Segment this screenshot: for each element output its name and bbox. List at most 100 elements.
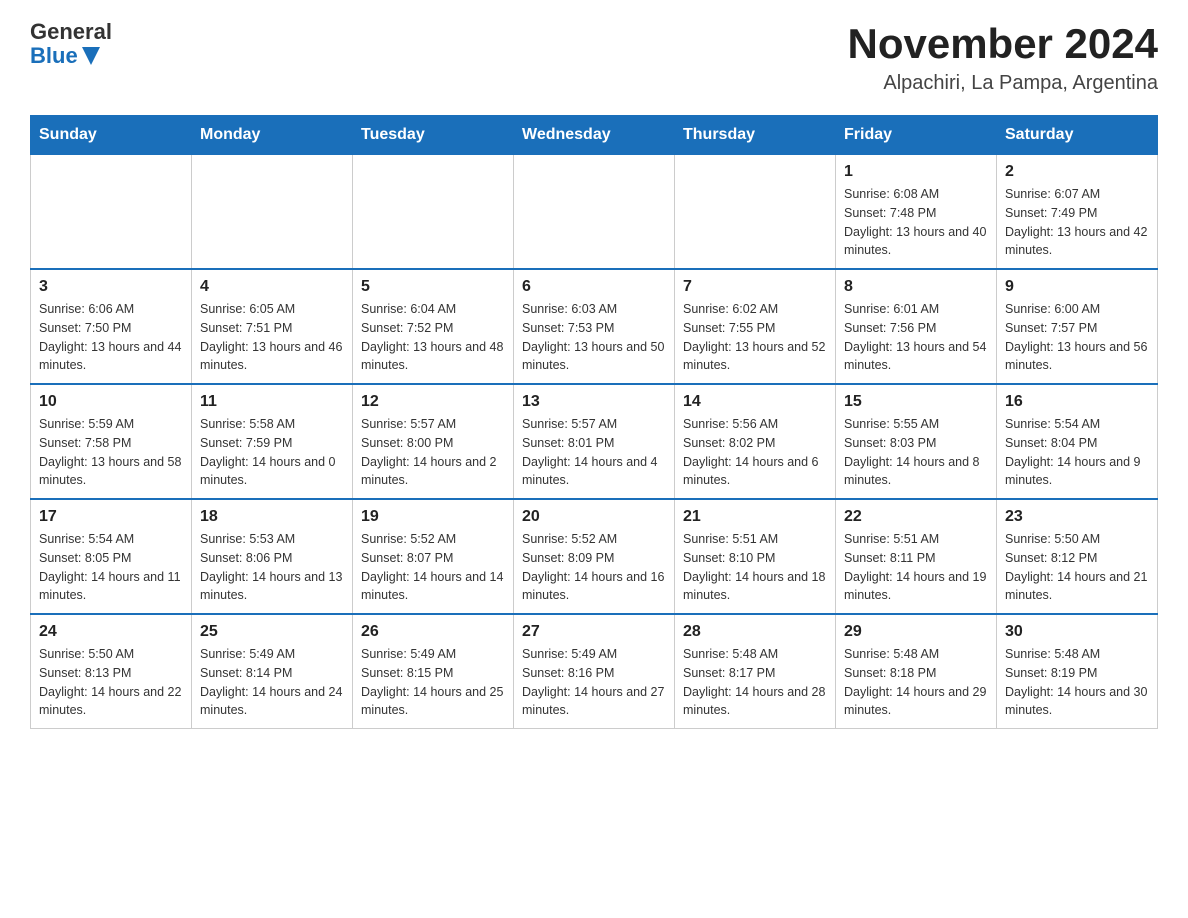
day-number: 27 (522, 623, 666, 641)
day-info: Sunrise: 5:49 AMSunset: 8:15 PMDaylight:… (361, 645, 505, 720)
day-info: Sunrise: 5:52 AMSunset: 8:07 PMDaylight:… (361, 530, 505, 605)
day-info: Sunrise: 6:08 AMSunset: 7:48 PMDaylight:… (844, 185, 988, 260)
calendar-table: SundayMondayTuesdayWednesdayThursdayFrid… (30, 115, 1158, 729)
day-info: Sunrise: 5:48 AMSunset: 8:17 PMDaylight:… (683, 645, 827, 720)
weekday-header: Wednesday (514, 116, 675, 155)
logo-triangle-icon (82, 47, 100, 65)
calendar-cell: 23 Sunrise: 5:50 AMSunset: 8:12 PMDayligh… (997, 499, 1158, 614)
day-info: Sunrise: 6:05 AMSunset: 7:51 PMDaylight:… (200, 300, 344, 375)
calendar-cell (192, 155, 353, 270)
calendar-cell (514, 155, 675, 270)
day-info: Sunrise: 5:57 AMSunset: 8:01 PMDaylight:… (522, 415, 666, 490)
day-number: 24 (39, 623, 183, 641)
day-info: Sunrise: 6:06 AMSunset: 7:50 PMDaylight:… (39, 300, 183, 375)
calendar-cell: 11 Sunrise: 5:58 AMSunset: 7:59 PMDayligh… (192, 384, 353, 499)
day-number: 6 (522, 278, 666, 296)
page-title: November 2024 (847, 20, 1158, 68)
day-info: Sunrise: 5:48 AMSunset: 8:19 PMDaylight:… (1005, 645, 1149, 720)
weekday-header: Monday (192, 116, 353, 155)
day-number: 22 (844, 508, 988, 526)
day-number: 10 (39, 393, 183, 411)
calendar-cell: 25 Sunrise: 5:49 AMSunset: 8:14 PMDayligh… (192, 614, 353, 729)
weekday-header: Friday (836, 116, 997, 155)
day-info: Sunrise: 5:58 AMSunset: 7:59 PMDaylight:… (200, 415, 344, 490)
calendar-cell: 28 Sunrise: 5:48 AMSunset: 8:17 PMDayligh… (675, 614, 836, 729)
day-info: Sunrise: 6:03 AMSunset: 7:53 PMDaylight:… (522, 300, 666, 375)
day-info: Sunrise: 5:59 AMSunset: 7:58 PMDaylight:… (39, 415, 183, 490)
calendar-cell: 29 Sunrise: 5:48 AMSunset: 8:18 PMDayligh… (836, 614, 997, 729)
day-number: 30 (1005, 623, 1149, 641)
day-info: Sunrise: 5:52 AMSunset: 8:09 PMDaylight:… (522, 530, 666, 605)
calendar-cell: 6 Sunrise: 6:03 AMSunset: 7:53 PMDaylight… (514, 269, 675, 384)
calendar-cell: 18 Sunrise: 5:53 AMSunset: 8:06 PMDayligh… (192, 499, 353, 614)
weekday-header: Saturday (997, 116, 1158, 155)
day-info: Sunrise: 6:01 AMSunset: 7:56 PMDaylight:… (844, 300, 988, 375)
calendar-cell: 20 Sunrise: 5:52 AMSunset: 8:09 PMDayligh… (514, 499, 675, 614)
calendar-cell: 15 Sunrise: 5:55 AMSunset: 8:03 PMDayligh… (836, 384, 997, 499)
day-number: 1 (844, 163, 988, 181)
day-number: 11 (200, 393, 344, 411)
day-info: Sunrise: 5:53 AMSunset: 8:06 PMDaylight:… (200, 530, 344, 605)
day-info: Sunrise: 5:51 AMSunset: 8:10 PMDaylight:… (683, 530, 827, 605)
day-info: Sunrise: 5:50 AMSunset: 8:12 PMDaylight:… (1005, 530, 1149, 605)
day-number: 18 (200, 508, 344, 526)
calendar-cell: 7 Sunrise: 6:02 AMSunset: 7:55 PMDaylight… (675, 269, 836, 384)
calendar-cell: 5 Sunrise: 6:04 AMSunset: 7:52 PMDaylight… (353, 269, 514, 384)
day-number: 5 (361, 278, 505, 296)
calendar-cell (675, 155, 836, 270)
day-number: 3 (39, 278, 183, 296)
day-number: 26 (361, 623, 505, 641)
calendar-cell (353, 155, 514, 270)
day-info: Sunrise: 5:49 AMSunset: 8:14 PMDaylight:… (200, 645, 344, 720)
calendar-week-row: 24 Sunrise: 5:50 AMSunset: 8:13 PMDayligh… (31, 614, 1158, 729)
day-number: 21 (683, 508, 827, 526)
calendar-cell: 2Sunrise: 6:07 AMSunset: 7:49 PMDaylight… (997, 155, 1158, 270)
day-number: 25 (200, 623, 344, 641)
day-info: Sunrise: 6:00 AMSunset: 7:57 PMDaylight:… (1005, 300, 1149, 375)
day-number: 8 (844, 278, 988, 296)
day-number: 14 (683, 393, 827, 411)
calendar-cell: 17 Sunrise: 5:54 AMSunset: 8:05 PMDayligh… (31, 499, 192, 614)
calendar-cell (31, 155, 192, 270)
calendar-body: 1 Sunrise: 6:08 AMSunset: 7:48 PMDaylight… (31, 155, 1158, 729)
calendar-cell: 16Sunrise: 5:54 AMSunset: 8:04 PMDayligh… (997, 384, 1158, 499)
logo-blue: Blue (30, 44, 112, 68)
calendar-week-row: 3 Sunrise: 6:06 AMSunset: 7:50 PMDaylight… (31, 269, 1158, 384)
day-number: 17 (39, 508, 183, 526)
day-info: Sunrise: 5:51 AMSunset: 8:11 PMDaylight:… (844, 530, 988, 605)
calendar-week-row: 17 Sunrise: 5:54 AMSunset: 8:05 PMDayligh… (31, 499, 1158, 614)
day-number: 4 (200, 278, 344, 296)
day-info: Sunrise: 5:54 AMSunset: 8:05 PMDaylight:… (39, 530, 183, 605)
calendar-header: SundayMondayTuesdayWednesdayThursdayFrid… (31, 116, 1158, 155)
calendar-cell: 3 Sunrise: 6:06 AMSunset: 7:50 PMDaylight… (31, 269, 192, 384)
calendar-cell: 21 Sunrise: 5:51 AMSunset: 8:10 PMDayligh… (675, 499, 836, 614)
calendar-cell: 4 Sunrise: 6:05 AMSunset: 7:51 PMDaylight… (192, 269, 353, 384)
day-number: 7 (683, 278, 827, 296)
day-info: Sunrise: 6:02 AMSunset: 7:55 PMDaylight:… (683, 300, 827, 375)
calendar-cell: 26 Sunrise: 5:49 AMSunset: 8:15 PMDayligh… (353, 614, 514, 729)
day-info: Sunrise: 5:50 AMSunset: 8:13 PMDaylight:… (39, 645, 183, 720)
calendar-cell: 9Sunrise: 6:00 AMSunset: 7:57 PMDaylight… (997, 269, 1158, 384)
day-info: Sunrise: 5:48 AMSunset: 8:18 PMDaylight:… (844, 645, 988, 720)
day-number: 19 (361, 508, 505, 526)
day-info: Sunrise: 6:04 AMSunset: 7:52 PMDaylight:… (361, 300, 505, 375)
day-number: 28 (683, 623, 827, 641)
day-number: 29 (844, 623, 988, 641)
day-info: Sunrise: 5:54 AMSunset: 8:04 PMDaylight:… (1005, 415, 1149, 490)
day-info: Sunrise: 5:55 AMSunset: 8:03 PMDaylight:… (844, 415, 988, 490)
calendar-cell: 24 Sunrise: 5:50 AMSunset: 8:13 PMDayligh… (31, 614, 192, 729)
day-number: 2 (1005, 163, 1149, 181)
calendar-cell: 14Sunrise: 5:56 AMSunset: 8:02 PMDayligh… (675, 384, 836, 499)
weekday-header: Tuesday (353, 116, 514, 155)
day-number: 15 (844, 393, 988, 411)
calendar-cell: 10 Sunrise: 5:59 AMSunset: 7:58 PMDayligh… (31, 384, 192, 499)
calendar-cell: 22 Sunrise: 5:51 AMSunset: 8:11 PMDayligh… (836, 499, 997, 614)
calendar-cell: 19 Sunrise: 5:52 AMSunset: 8:07 PMDayligh… (353, 499, 514, 614)
calendar-cell: 27Sunrise: 5:49 AMSunset: 8:16 PMDayligh… (514, 614, 675, 729)
weekday-header: Sunday (31, 116, 192, 155)
logo[interactable]: General Blue (30, 20, 112, 68)
day-number: 20 (522, 508, 666, 526)
day-number: 12 (361, 393, 505, 411)
calendar-cell: 13Sunrise: 5:57 AMSunset: 8:01 PMDayligh… (514, 384, 675, 499)
day-number: 23 (1005, 508, 1149, 526)
